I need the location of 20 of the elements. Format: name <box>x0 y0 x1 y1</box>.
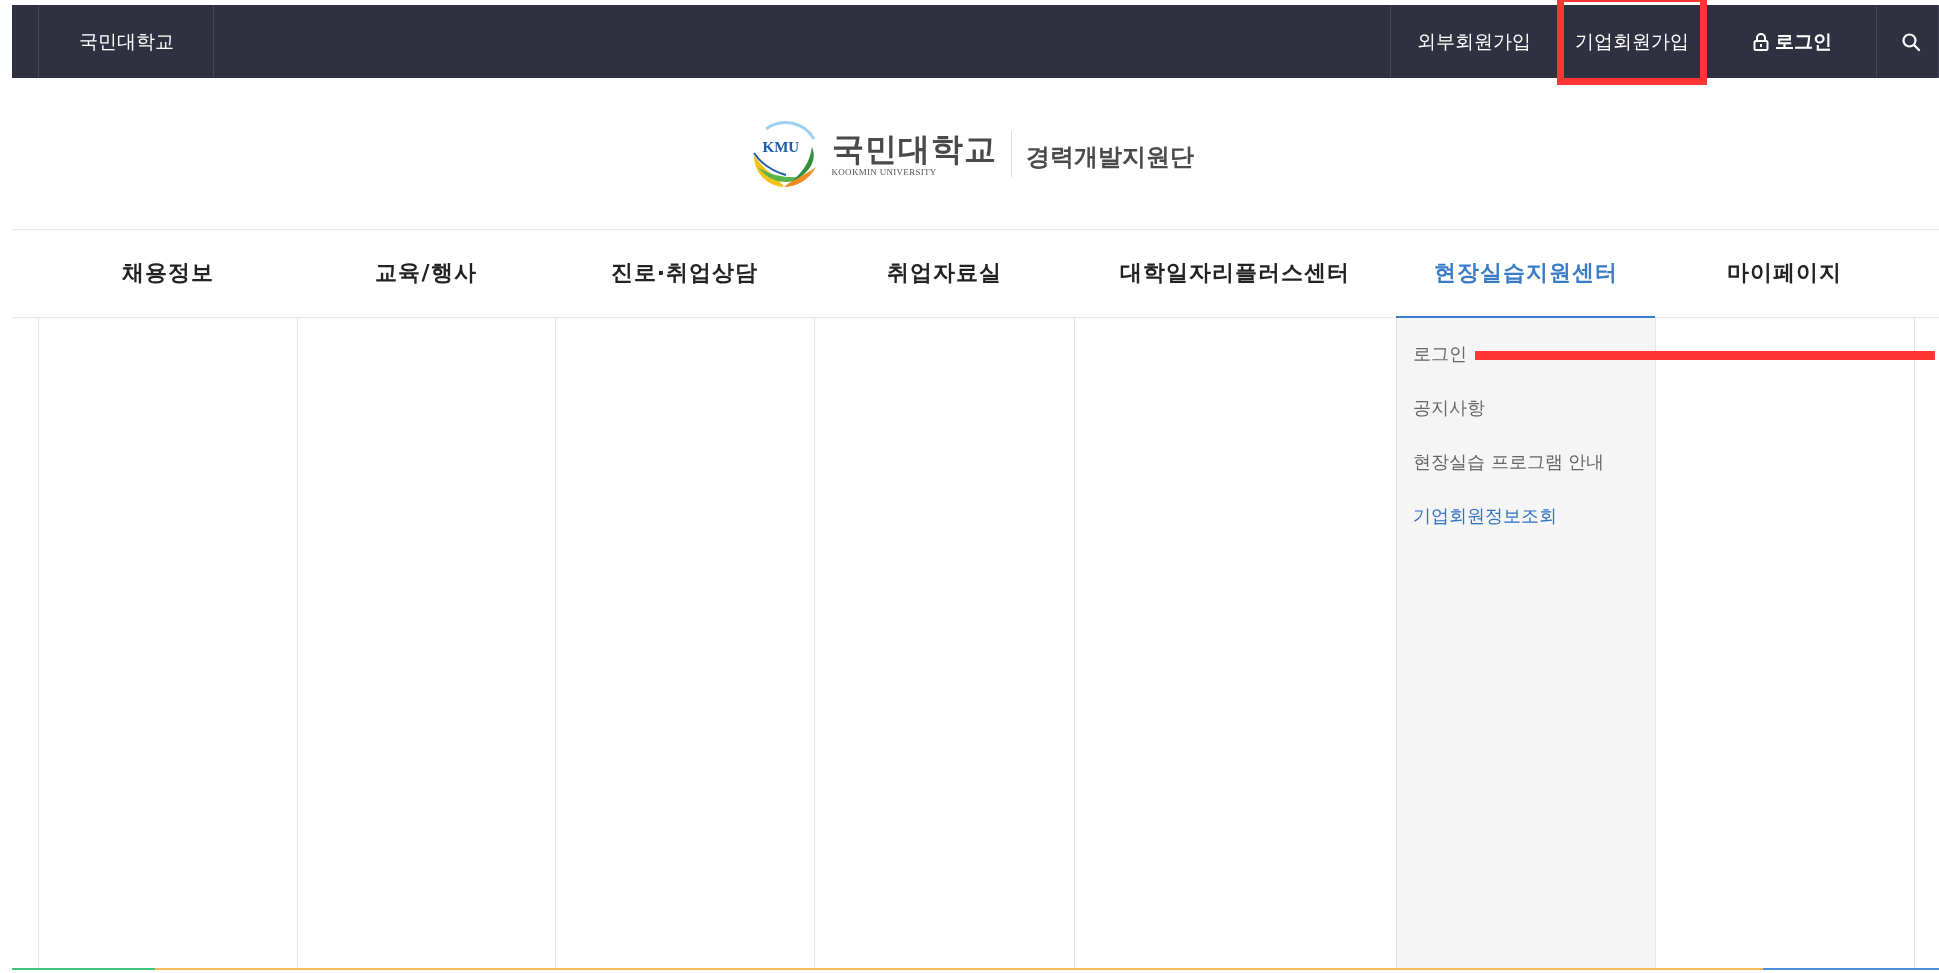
signup-link[interactable]: 기업회원가입 <box>1551 5 1713 78</box>
submenu-item[interactable]: 기업회원정보조회 <box>1413 504 1557 528</box>
home-link[interactable]: 국민대학교 <box>39 5 214 78</box>
nav-tab[interactable]: 대학일자리플러스센터 <box>1074 230 1396 318</box>
university-name: 국민대학교 <box>831 130 997 167</box>
nav-tab[interactable]: 교육/행사 <box>297 230 555 318</box>
nav-tab[interactable]: 진로·취업상담 <box>555 230 814 318</box>
department-name: 경력개발지원단 <box>1025 141 1194 173</box>
submenu-item[interactable]: 로그인 <box>1413 342 1467 366</box>
university-name-english: KOOKMIN UNIVERSITY <box>831 166 938 177</box>
search-icon[interactable] <box>1901 31 1921 52</box>
login-link[interactable]: 로그인 <box>1713 5 1876 78</box>
nav-tab[interactable]: 마이페이지 <box>1655 230 1914 318</box>
submenu-item[interactable]: 현장실습 프로그램 안내 <box>1413 450 1605 474</box>
signup-link[interactable]: 외부회원가입 <box>1391 5 1551 78</box>
lock-icon <box>1753 32 1769 51</box>
emblem-text: KMU <box>762 138 800 156</box>
submenu-item[interactable]: 공지사항 <box>1413 396 1485 420</box>
nav-tab[interactable]: 채용정보 <box>38 230 297 318</box>
nav-tab[interactable]: 취업자료실 <box>814 230 1074 318</box>
